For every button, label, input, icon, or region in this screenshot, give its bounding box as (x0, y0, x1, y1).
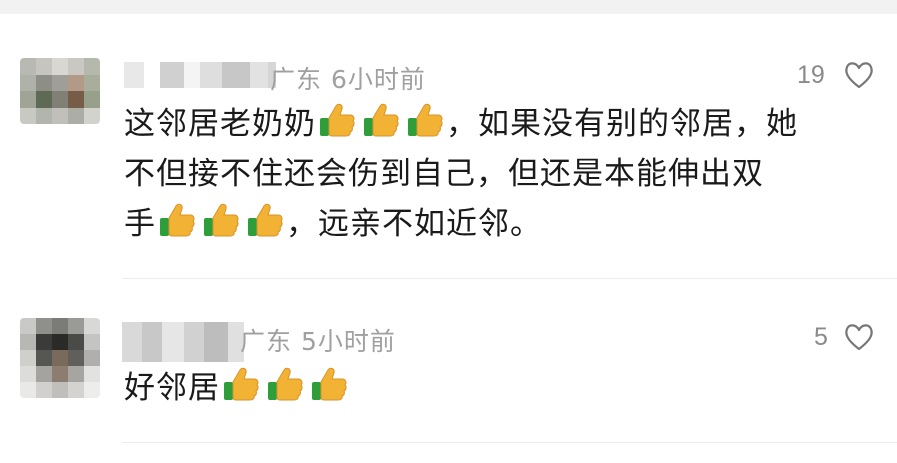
emoji-group (318, 102, 444, 138)
location-time: 广东 5小时前 (240, 327, 396, 356)
thumbs-up-icon (160, 203, 195, 237)
comment-text-line: 不但接不住还会伤到自己，但还是本能伸出双 (124, 156, 764, 192)
comment-item[interactable]: 广东 6小时前 19 这邻居老奶奶 ，如果没有别的邻居，她 不但接不住还会伤到自… (0, 0, 897, 280)
emoji-group (158, 202, 284, 238)
comment-list: 广东 6小时前 19 这邻居老奶奶 ，如果没有别的邻居，她 不但接不住还会伤到自… (0, 0, 897, 463)
comment-text: 好邻居 (124, 370, 220, 406)
heart-outline-icon[interactable] (843, 60, 875, 90)
comment-text: ，远亲不如近邻。 (286, 206, 542, 242)
comment-text-line: 好邻居 (124, 366, 350, 408)
comment-text-line: 这邻居老奶奶 ，如果没有别的邻居，她 (124, 102, 798, 144)
comment-divider (122, 278, 897, 279)
thumbs-up-icon (364, 103, 399, 137)
comment-text: 手 (124, 206, 156, 242)
comment-item[interactable]: 广东 5小时前 5 好邻居 (0, 280, 897, 463)
avatar[interactable] (20, 58, 100, 124)
thumbs-up-icon (248, 203, 283, 237)
comment-text: 这邻居老奶奶 (124, 106, 316, 142)
username-blurred[interactable] (122, 322, 244, 362)
thumbs-up-icon (408, 103, 443, 137)
heart-outline-icon[interactable] (843, 322, 875, 352)
thumbs-up-icon (224, 367, 259, 401)
like-count: 5 (814, 323, 828, 351)
avatar[interactable] (20, 318, 100, 398)
comment-text-line: 手 ，远亲不如近邻。 (124, 202, 542, 244)
username-blurred[interactable] (124, 62, 276, 88)
comment-text: ，如果没有别的邻居，她 (446, 106, 798, 142)
thumbs-up-icon (204, 203, 239, 237)
location-time: 广东 6小时前 (270, 65, 426, 94)
emoji-group (222, 366, 348, 402)
thumbs-up-icon (312, 367, 347, 401)
thumbs-up-icon (320, 103, 355, 137)
thumbs-up-icon (268, 367, 303, 401)
comment-divider (122, 442, 897, 443)
like-count: 19 (797, 61, 825, 89)
